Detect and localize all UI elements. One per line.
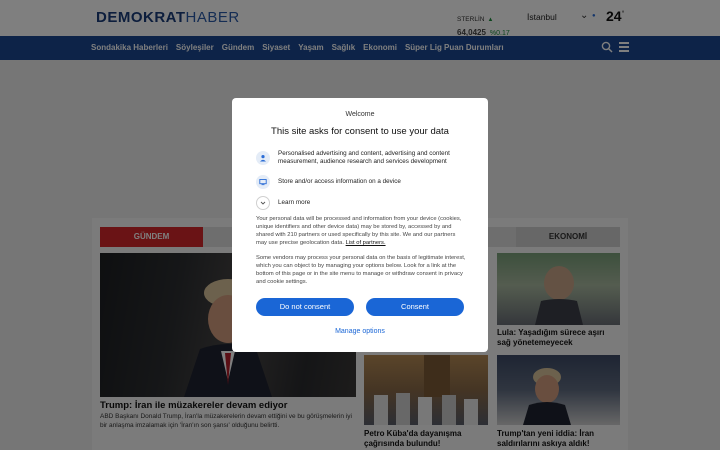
purpose-storage: Store and/or access information on a dev… [256,175,468,189]
consent-paragraph-2: Some vendors may process your personal d… [256,255,466,285]
manage-options-link[interactable]: Manage options [232,328,488,335]
partners-link[interactable]: List of partners. [346,240,386,246]
consent-paragraph-1: Your personal data will be processed and… [256,216,466,248]
chevron-down-icon [256,196,270,210]
device-icon [256,175,270,189]
dialog-title: This site asks for consent to use your d… [271,126,449,137]
purpose-advertising-text: Personalised advertising and content, ad… [278,150,450,165]
purpose-advertising: Personalised advertising and content, ad… [256,150,468,166]
learn-more-label: Learn more [278,199,311,207]
person-icon [256,150,270,165]
consent-dialog: Welcome This site asks for consent to us… [232,98,488,352]
do-not-consent-button[interactable]: Do not consent [256,298,354,316]
dialog-welcome: Welcome [345,111,375,118]
purpose-storage-text: Store and/or access information on a dev… [278,178,401,186]
learn-more-toggle[interactable]: Learn more [256,196,468,210]
consent-button[interactable]: Consent [366,298,464,316]
